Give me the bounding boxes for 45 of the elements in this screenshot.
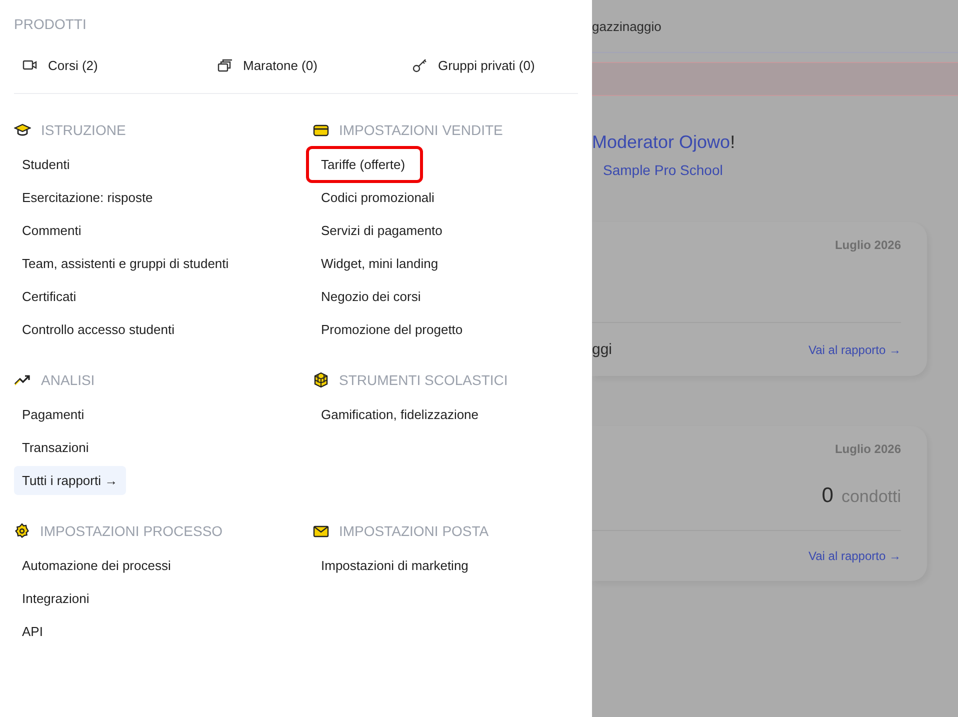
section-title: IMPOSTAZIONI PROCESSO (40, 523, 223, 539)
menu-item[interactable]: Promozione del progetto (313, 315, 471, 344)
trend-up-icon (14, 374, 31, 386)
section-title: STRUMENTI SCOLASTICI (339, 372, 508, 388)
menu-item[interactable]: API (14, 617, 51, 646)
menu-item[interactable]: Negozio dei corsi (313, 282, 429, 311)
menu-item[interactable]: Automazione dei processi (14, 551, 179, 580)
section-title: ANALISI (41, 372, 95, 388)
exclamation: ! (730, 132, 736, 153)
period-label: Luglio 2026 (834, 442, 901, 456)
product-link[interactable]: Corsi (2) (22, 56, 217, 74)
nav-label: gazzinaggio (592, 18, 662, 34)
section-title: IMPOSTAZIONI POSTA (339, 523, 489, 539)
menu-item[interactable]: Commenti (14, 216, 90, 245)
all-reports-link[interactable]: Tutti i rapporti → (14, 466, 126, 495)
section-title: PRODOTTI (14, 16, 88, 32)
user-name: Moderator Ojowo (592, 132, 730, 153)
section-title: IMPOSTAZIONI VENDITE (339, 122, 503, 138)
stacked-cards-icon (217, 57, 233, 73)
period-label: Luglio 2026 (834, 238, 901, 252)
menu-item[interactable]: Codici promozionali (313, 183, 442, 212)
gear-icon (14, 523, 30, 539)
menu-item[interactable]: Integrazioni (14, 584, 98, 613)
menu-item[interactable]: Studenti (14, 150, 78, 179)
menu-item[interactable]: Esercitazione: risposte (14, 183, 161, 212)
product-link[interactable]: Maratone (0) (217, 56, 412, 74)
menu-item[interactable]: Widget, mini landing (313, 249, 446, 278)
menu-item[interactable]: Servizi di pagamento (313, 216, 450, 245)
menu-item[interactable]: Certificati (14, 282, 84, 311)
count-unit: condotti (841, 487, 901, 507)
menu-item[interactable]: Controllo accesso studenti (14, 315, 182, 344)
credit-card-icon (313, 124, 329, 136)
menu-item[interactable]: Pagamenti (14, 400, 92, 429)
product-link[interactable]: Gruppi privati (0) (412, 56, 578, 74)
card-label: ggi (592, 341, 612, 358)
menu-item[interactable]: Gamification, fidelizzazione (313, 400, 487, 429)
graduation-cap-icon (14, 122, 31, 138)
envelope-icon (313, 524, 329, 538)
section-title: ISTRUZIONE (41, 122, 126, 138)
key-icon (412, 57, 428, 73)
count-value: 0 (822, 484, 834, 508)
menu-item[interactable]: Impostazioni di marketing (313, 551, 476, 580)
cube-icon (313, 372, 329, 388)
menu-item[interactable]: Team, assistenti e gruppi di studenti (14, 249, 237, 278)
menu-item[interactable]: Transazioni (14, 433, 97, 462)
